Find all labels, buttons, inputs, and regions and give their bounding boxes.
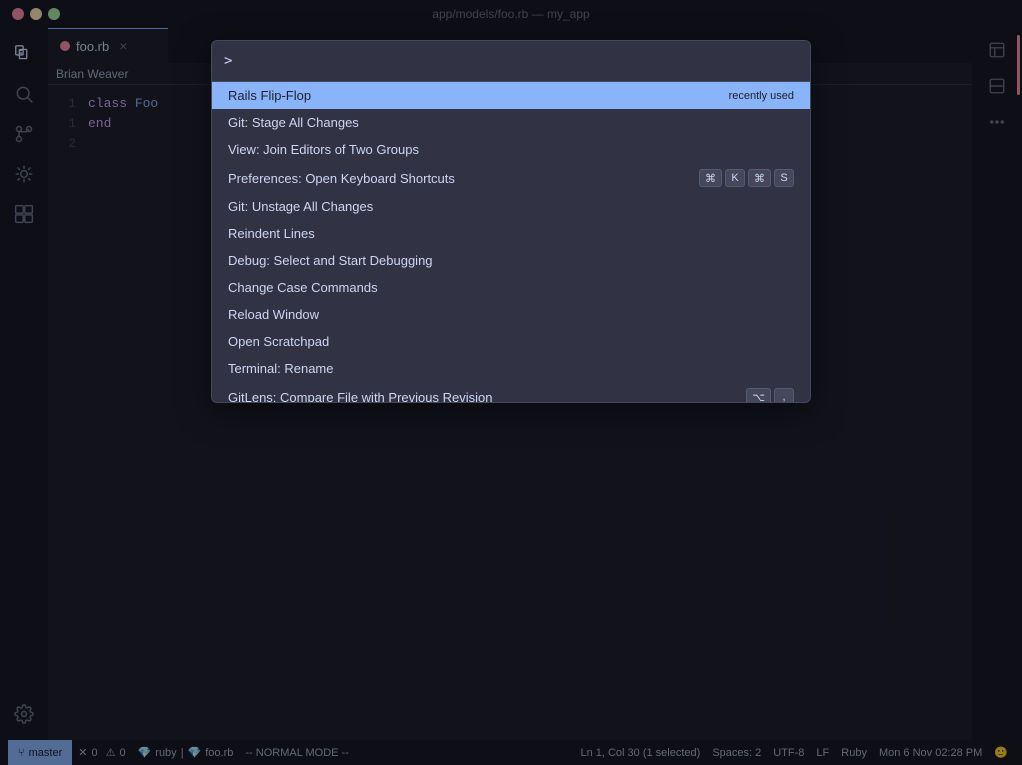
palette-item[interactable]: View: Join Editors of Two Groups: [212, 136, 810, 163]
palette-item-label: Git: Unstage All Changes: [228, 199, 794, 214]
palette-item[interactable]: Debug: Select and Start Debugging: [212, 247, 810, 274]
palette-item[interactable]: Rails Flip-Flop recently used: [212, 82, 810, 109]
palette-item-shortcut: ⌘K⌘S: [699, 169, 794, 187]
palette-item[interactable]: Git: Unstage All Changes: [212, 193, 810, 220]
palette-item[interactable]: Open Scratchpad: [212, 328, 810, 355]
palette-item[interactable]: Terminal: Rename: [212, 355, 810, 382]
palette-item-badge: recently used: [729, 90, 794, 102]
palette-item-label: Preferences: Open Keyboard Shortcuts: [228, 171, 691, 186]
palette-item[interactable]: Change Case Commands: [212, 274, 810, 301]
palette-item-label: Reindent Lines: [228, 226, 794, 241]
palette-overlay: > Rails Flip-Flop recently used Git: Stage…: [0, 0, 1022, 765]
palette-item-label: Rails Flip-Flop: [228, 88, 721, 103]
command-palette: > Rails Flip-Flop recently used Git: Stage…: [211, 40, 811, 403]
palette-item[interactable]: Reindent Lines: [212, 220, 810, 247]
palette-item-shortcut: ⌥,: [746, 388, 794, 402]
palette-item-label: Reload Window: [228, 307, 794, 322]
palette-item-label: Debug: Select and Start Debugging: [228, 253, 794, 268]
palette-item[interactable]: GitLens: Compare File with Previous Revi…: [212, 382, 810, 402]
palette-item[interactable]: Reload Window: [212, 301, 810, 328]
palette-item-label: Git: Stage All Changes: [228, 115, 794, 130]
palette-item-label: Open Scratchpad: [228, 334, 794, 349]
palette-search-input[interactable]: [236, 41, 798, 81]
palette-item[interactable]: Preferences: Open Keyboard Shortcuts ⌘K⌘S: [212, 163, 810, 193]
palette-item-label: GitLens: Compare File with Previous Revi…: [228, 390, 738, 403]
palette-input-row: >: [212, 41, 810, 82]
palette-item-label: Change Case Commands: [228, 280, 794, 295]
palette-item[interactable]: Git: Stage All Changes: [212, 109, 810, 136]
palette-list: Rails Flip-Flop recently used Git: Stage A…: [212, 82, 810, 402]
palette-item-label: Terminal: Rename: [228, 361, 794, 376]
palette-item-label: View: Join Editors of Two Groups: [228, 142, 794, 157]
palette-prompt: >: [224, 53, 232, 69]
